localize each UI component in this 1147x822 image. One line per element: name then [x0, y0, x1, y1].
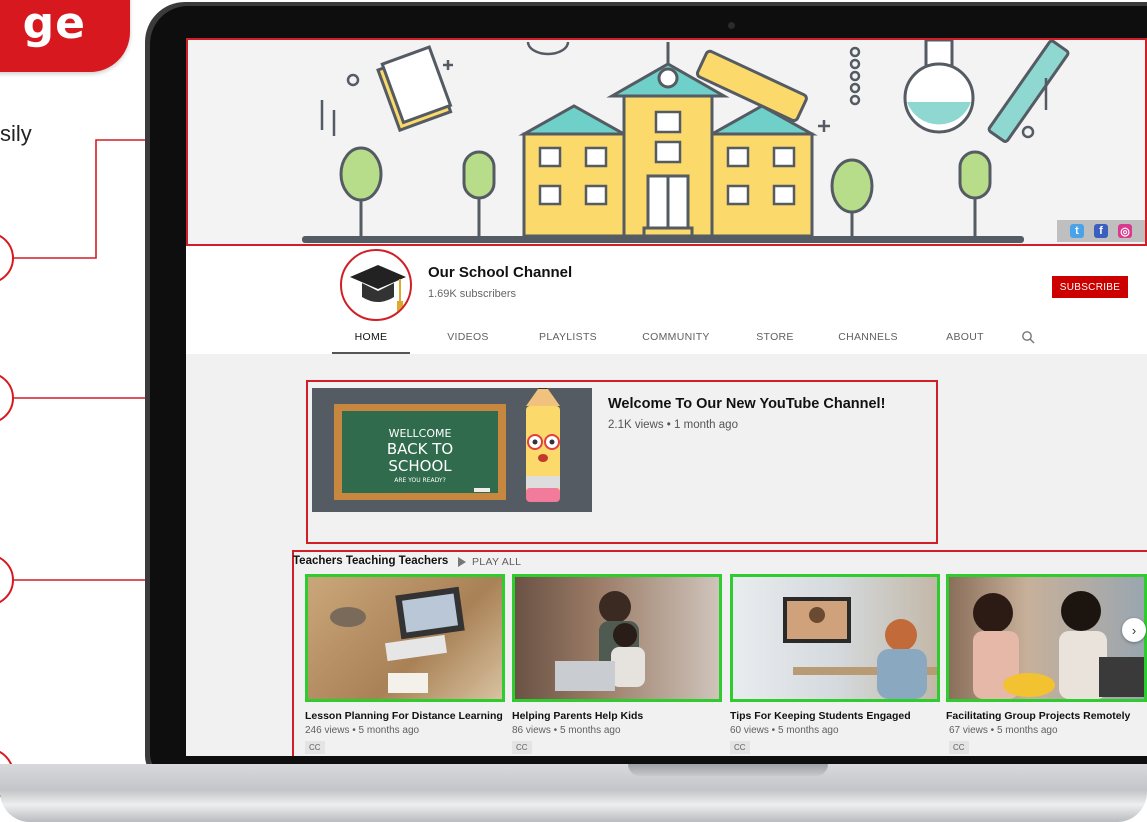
video-thumbnail[interactable]	[946, 574, 1147, 702]
tab-community[interactable]: COMMUNITY	[622, 326, 730, 354]
video-title[interactable]: Facilitating Group Projects Remotely	[946, 710, 1147, 722]
laptop-base-notch	[628, 764, 828, 776]
video-thumbnail[interactable]	[512, 574, 722, 702]
channel-header: Our School Channel 1.69K subscribers SUB…	[186, 246, 1147, 354]
video-title[interactable]: Helping Parents Help Kids	[512, 710, 722, 722]
chalkboard-line-3: SCHOOL	[388, 457, 452, 475]
facebook-icon[interactable]: f	[1094, 224, 1108, 238]
video-card[interactable]: Lesson Planning For Distance Learning 24…	[305, 574, 515, 755]
cc-badge: CC	[949, 741, 969, 754]
subscribe-button[interactable]: SUBSCRIBE	[1052, 276, 1128, 298]
graduation-cap-icon	[350, 265, 406, 315]
cc-badge: CC	[512, 741, 532, 754]
tree-left	[339, 146, 383, 236]
slide-stage: ge sily t f ◎ Our School Channel 1.69K s…	[0, 0, 1147, 822]
channel-banner: t f ◎	[186, 38, 1147, 246]
play-all-button[interactable]: PLAY ALL	[458, 556, 521, 568]
instagram-icon[interactable]: ◎	[1118, 224, 1132, 238]
video-meta: 60 views • 5 months ago	[730, 725, 839, 736]
group-project-photo	[973, 591, 1144, 699]
video-card[interactable]: Helping Parents Help Kids 86 views • 5 m…	[512, 574, 722, 755]
chalkboard-line-4: ARE YOU READY?	[394, 477, 446, 484]
featured-video-meta: 2.1K views • 1 month ago	[608, 419, 738, 431]
featured-video-title[interactable]: Welcome To Our New YouTube Channel!	[608, 396, 885, 412]
cc-badge: CC	[305, 741, 325, 754]
tab-store[interactable]: STORE	[730, 326, 820, 354]
channel-name[interactable]: Our School Channel	[428, 264, 572, 281]
video-title[interactable]: Tips For Keeping Students Engaged	[730, 710, 940, 722]
video-card[interactable]: Facilitating Group Projects Remotely 67 …	[946, 574, 1147, 755]
video-meta: 246 views • 5 months ago	[305, 725, 420, 736]
social-links: t f ◎	[1057, 220, 1145, 242]
parent-child-laptop-photo	[555, 591, 645, 691]
channel-tabs: HOME VIDEOS PLAYLISTS COMMUNITY STORE CH…	[332, 326, 1042, 354]
school-illustration	[302, 38, 1070, 243]
featured-video-thumbnail[interactable]: WELLCOME BACK TO SCHOOL ARE YOU READY?	[312, 388, 592, 512]
tab-home[interactable]: HOME	[332, 326, 410, 354]
youtube-channel-screen: t f ◎ Our School Channel 1.69K subscribe…	[186, 38, 1147, 756]
video-card[interactable]: Tips For Keeping Students Engaged 60 vie…	[730, 574, 940, 755]
subscriber-count: 1.69K subscribers	[428, 288, 517, 300]
chalkboard-text: WELLCOME BACK TO SCHOOL ARE YOU READY?	[378, 428, 462, 484]
desk-laptop-photo	[330, 586, 465, 693]
play-icon	[458, 557, 466, 567]
chalkboard-line-2: BACK TO	[386, 440, 454, 458]
chalkboard-line-1: WELLCOME	[388, 427, 452, 440]
video-meta: 67 views • 5 months ago	[949, 725, 1058, 736]
play-all-label: PLAY ALL	[472, 556, 522, 568]
video-title[interactable]: Lesson Planning For Distance Learning	[305, 710, 515, 722]
tab-about[interactable]: ABOUT	[916, 326, 1014, 354]
tab-playlists[interactable]: PLAYLISTS	[514, 326, 622, 354]
video-thumbnail[interactable]	[730, 574, 940, 702]
tab-channels[interactable]: CHANNELS	[820, 326, 916, 354]
twitter-icon[interactable]: t	[1070, 224, 1084, 238]
laptop-base	[0, 764, 1147, 822]
video-thumbnail[interactable]	[305, 574, 505, 702]
shelf-title[interactable]: Teachers Teaching Teachers	[293, 555, 448, 567]
video-meta: 86 views • 5 months ago	[512, 725, 621, 736]
chevron-right-icon[interactable]: ›	[1122, 618, 1146, 642]
search-icon[interactable]	[1014, 326, 1042, 354]
tab-videos[interactable]: VIDEOS	[422, 326, 514, 354]
cc-badge: CC	[730, 741, 750, 754]
webcam-dot	[728, 22, 735, 29]
student-video-call-photo	[783, 597, 937, 699]
channel-avatar[interactable]	[340, 249, 412, 321]
